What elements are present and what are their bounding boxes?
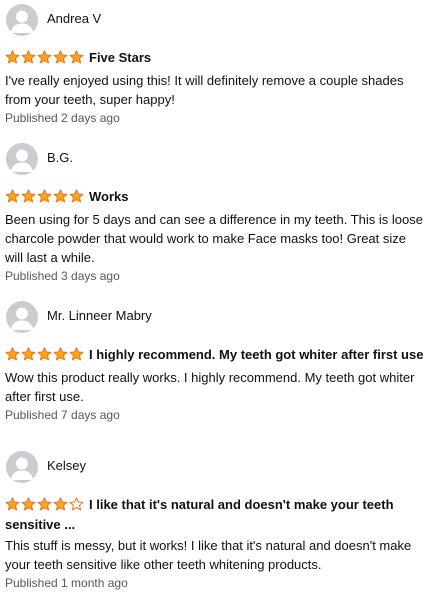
review-title-row: I highly recommend. My teeth got whiter … xyxy=(5,346,425,366)
star-filled-icon xyxy=(37,50,52,64)
review-author-name[interactable]: Mr. Linneer Mabry xyxy=(47,308,152,323)
review-item: Mr. Linneer Mabry I highly recommend. My… xyxy=(0,301,429,424)
star-rating[interactable] xyxy=(5,189,85,208)
star-filled-icon xyxy=(5,347,20,361)
star-filled-icon xyxy=(5,189,20,203)
review-published-date: Published 2 days ago xyxy=(5,111,120,125)
star-filled-icon xyxy=(69,347,84,361)
star-rating[interactable] xyxy=(5,497,85,516)
star-filled-icon xyxy=(53,189,68,203)
star-filled-icon xyxy=(37,497,52,511)
user-avatar-icon[interactable] xyxy=(6,4,38,36)
user-avatar-icon[interactable] xyxy=(6,143,38,175)
star-filled-icon xyxy=(21,497,36,511)
star-filled-icon xyxy=(21,50,36,64)
star-filled-icon xyxy=(5,497,20,511)
star-rating[interactable] xyxy=(5,50,85,69)
review-author-row: B.G. xyxy=(0,143,429,177)
review-body: This stuff is messy, but it works! I lik… xyxy=(5,538,412,572)
review-published-date: Published 1 month ago xyxy=(5,576,128,590)
user-avatar-icon[interactable] xyxy=(6,451,38,483)
review-body: I've really enjoyed using this! It will … xyxy=(5,73,404,107)
review-title-row: Five Stars xyxy=(5,49,425,69)
star-filled-icon xyxy=(53,50,68,64)
star-filled-icon xyxy=(53,497,68,511)
star-filled-icon xyxy=(69,189,84,203)
review-title-row: I like that it's natural and doesn't mak… xyxy=(5,496,425,534)
review-body: Been using for 5 days and can see a diff… xyxy=(5,212,423,265)
review-author-row: Andrea V xyxy=(0,4,429,38)
review-item: B.G. Works Been using for 5 days and can… xyxy=(0,143,429,285)
star-filled-icon xyxy=(37,347,52,361)
star-filled-icon xyxy=(21,189,36,203)
star-filled-icon xyxy=(69,50,84,64)
star-filled-icon xyxy=(53,347,68,361)
review-body: Wow this product really works. I highly … xyxy=(5,370,415,404)
review-author-name[interactable]: Kelsey xyxy=(47,458,86,473)
review-author-row: Mr. Linneer Mabry xyxy=(0,301,429,335)
star-empty-icon xyxy=(69,497,84,511)
review-title[interactable]: I highly recommend. My teeth got whiter … xyxy=(89,347,423,362)
star-filled-icon xyxy=(37,189,52,203)
user-avatar-icon[interactable] xyxy=(6,301,38,333)
review-title[interactable]: Five Stars xyxy=(89,50,151,65)
review-author-name[interactable]: B.G. xyxy=(47,150,73,165)
star-rating[interactable] xyxy=(5,347,85,366)
review-title[interactable]: Works xyxy=(89,189,129,204)
star-filled-icon xyxy=(21,347,36,361)
review-published-date: Published 7 days ago xyxy=(5,408,120,422)
review-author-name[interactable]: Andrea V xyxy=(47,11,101,26)
review-title-row: Works xyxy=(5,188,425,208)
review-author-row: Kelsey xyxy=(0,451,429,485)
star-filled-icon xyxy=(5,50,20,64)
review-item: Andrea V Five Stars I've really enjoyed … xyxy=(0,4,429,127)
review-item: Kelsey I like that it's natural and does… xyxy=(0,451,429,592)
review-published-date: Published 3 days ago xyxy=(5,269,120,283)
